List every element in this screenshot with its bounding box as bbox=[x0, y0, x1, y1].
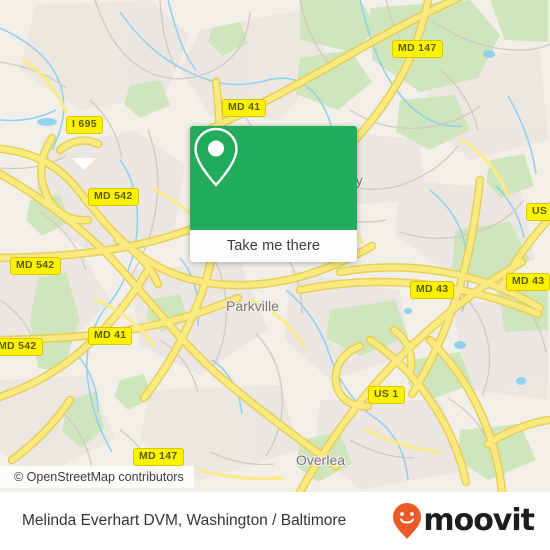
road-shield: US 1 bbox=[368, 386, 405, 404]
moovit-logo[interactable]: moovit bbox=[392, 502, 535, 540]
popup-header bbox=[190, 126, 357, 230]
map-pin-icon bbox=[194, 127, 238, 187]
take-me-there-popup[interactable]: Take me there bbox=[190, 126, 357, 262]
road-shield: MD 147 bbox=[392, 40, 443, 58]
map-place-label: Parkville bbox=[226, 298, 279, 314]
page-title: Melinda Everhart DVM, Washington / Balti… bbox=[22, 512, 347, 529]
road-shield: I 695 bbox=[66, 116, 103, 134]
take-me-there-button[interactable]: Take me there bbox=[190, 230, 357, 262]
road-shield: US 1 bbox=[526, 203, 550, 221]
road-shield: MD 542 bbox=[0, 338, 43, 356]
footer-bar: Melinda Everhart DVM, Washington / Balti… bbox=[0, 492, 550, 550]
road-shield: MD 43 bbox=[506, 273, 550, 291]
road-shield: MD 41 bbox=[222, 99, 267, 117]
road-shield: MD 147 bbox=[133, 448, 184, 466]
road-shield: MD 542 bbox=[88, 188, 139, 206]
moovit-pin-icon bbox=[393, 503, 422, 539]
map-place-label: Overlea bbox=[296, 452, 346, 468]
road-shield: MD 43 bbox=[410, 281, 455, 299]
road-shield: MD 542 bbox=[10, 257, 61, 275]
road-shield: MD 41 bbox=[88, 327, 133, 345]
popup-pointer bbox=[72, 158, 96, 170]
screenshot-root: ey Parkville Overlea MD 147 MD 41 I 695 … bbox=[0, 0, 550, 550]
map-attribution[interactable]: © OpenStreetMap contributors bbox=[0, 466, 194, 488]
map-canvas[interactable]: ey Parkville Overlea MD 147 MD 41 I 695 … bbox=[0, 0, 550, 492]
moovit-wordmark: moovit bbox=[423, 503, 535, 538]
take-me-there-label: Take me there bbox=[226, 238, 321, 254]
